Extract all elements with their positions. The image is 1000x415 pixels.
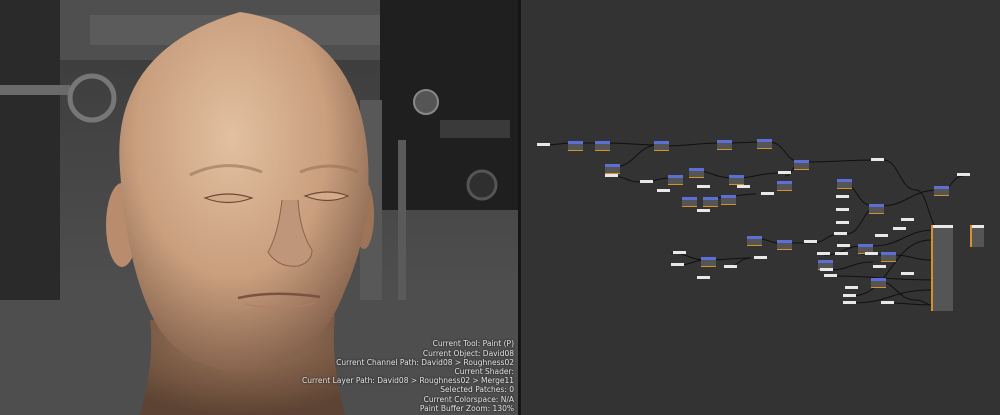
graph-node[interactable] <box>689 168 704 178</box>
graph-node[interactable] <box>871 278 886 288</box>
graph-node[interactable] <box>835 252 848 255</box>
graph-node[interactable] <box>568 141 583 151</box>
node-graph-panel[interactable] <box>521 0 1000 415</box>
graph-node[interactable] <box>836 208 849 211</box>
graph-node[interactable] <box>957 173 970 176</box>
graph-node[interactable] <box>595 141 610 151</box>
graph-node[interactable] <box>724 265 737 268</box>
hud-current-shader: Current Shader: <box>454 366 514 376</box>
graph-node[interactable] <box>881 252 896 262</box>
node-wire <box>664 142 722 147</box>
node-wire <box>828 261 874 271</box>
graph-node[interactable] <box>817 252 830 255</box>
graph-node[interactable] <box>794 160 809 170</box>
node-wire <box>612 144 660 168</box>
graph-node[interactable] <box>837 244 850 247</box>
viewport-status-overlay: Current Tool: Paint (P) Current Object: … <box>302 339 514 413</box>
node-wire <box>768 141 802 163</box>
graph-node[interactable] <box>737 185 750 188</box>
graph-node[interactable] <box>682 197 697 207</box>
graph-node[interactable] <box>836 195 849 198</box>
graph-node[interactable] <box>697 276 710 279</box>
graph-node[interactable] <box>865 252 878 255</box>
graph-node[interactable] <box>777 181 792 191</box>
hud-current-object: Current Object: David08 <box>422 348 514 358</box>
graph-node[interactable] <box>717 140 732 150</box>
graph-node[interactable] <box>881 301 894 304</box>
graph-node[interactable] <box>901 272 914 275</box>
graph-node[interactable] <box>873 265 886 268</box>
graph-node[interactable] <box>640 180 653 183</box>
graph-node[interactable] <box>777 240 792 250</box>
graph-node[interactable] <box>721 195 736 205</box>
hud-colorspace: Current Colorspace: N/A <box>423 394 514 404</box>
graph-node[interactable] <box>875 234 888 237</box>
app-window: Current Tool: Paint (P) Current Object: … <box>0 0 1000 415</box>
graph-node[interactable] <box>845 286 858 289</box>
node-wire <box>670 252 707 261</box>
graph-node[interactable] <box>673 251 686 254</box>
graph-node[interactable] <box>537 143 550 146</box>
graph-node[interactable] <box>671 263 684 266</box>
graph-node[interactable] <box>703 197 718 207</box>
graph-node[interactable] <box>668 175 683 185</box>
graph-node[interactable] <box>970 225 984 247</box>
graph-node[interactable] <box>697 209 710 212</box>
graph-node[interactable] <box>729 175 744 185</box>
graph-node[interactable] <box>931 225 953 311</box>
graph-node[interactable] <box>701 257 716 267</box>
hud-channel-path: Current Channel Path: David08 > Roughnes… <box>336 357 514 367</box>
hud-paint-buffer-zoom: Paint Buffer Zoom: 130% <box>419 403 514 413</box>
node-wire <box>878 189 940 207</box>
node-wire <box>806 159 877 163</box>
graph-node[interactable] <box>761 192 774 195</box>
graph-node[interactable] <box>869 204 884 214</box>
graph-node[interactable] <box>843 301 856 304</box>
graph-node[interactable] <box>747 236 762 246</box>
graph-node[interactable] <box>654 141 669 151</box>
graph-node[interactable] <box>657 189 670 192</box>
graph-node[interactable] <box>893 227 906 230</box>
hud-current-tool: Current Tool: Paint (P) <box>432 339 514 349</box>
graph-node[interactable] <box>754 256 767 259</box>
hud-selected-patches: Selected Patches: 0 <box>440 385 514 395</box>
graph-node[interactable] <box>605 164 620 174</box>
graph-node[interactable] <box>901 218 914 221</box>
paint-viewport[interactable]: Current Tool: Paint (P) Current Object: … <box>0 0 518 415</box>
graph-node[interactable] <box>804 240 817 243</box>
graph-node[interactable] <box>778 171 791 174</box>
graph-node[interactable] <box>871 158 884 161</box>
graph-node[interactable] <box>843 294 856 297</box>
graph-node[interactable] <box>757 139 772 149</box>
hud-layer-path: Current Layer Path: David08 > Roughness0… <box>302 376 514 386</box>
graph-node[interactable] <box>605 174 618 177</box>
graph-node[interactable] <box>697 185 710 188</box>
graph-node[interactable] <box>934 186 949 196</box>
graph-node[interactable] <box>820 268 833 271</box>
node-wire <box>870 229 937 247</box>
graph-node[interactable] <box>824 274 837 277</box>
node-wire <box>882 159 917 191</box>
graph-node[interactable] <box>837 179 852 189</box>
graph-node[interactable] <box>834 232 847 235</box>
node-graph-canvas[interactable] <box>521 0 1000 415</box>
node-wire <box>606 142 660 146</box>
graph-node[interactable] <box>836 221 849 224</box>
